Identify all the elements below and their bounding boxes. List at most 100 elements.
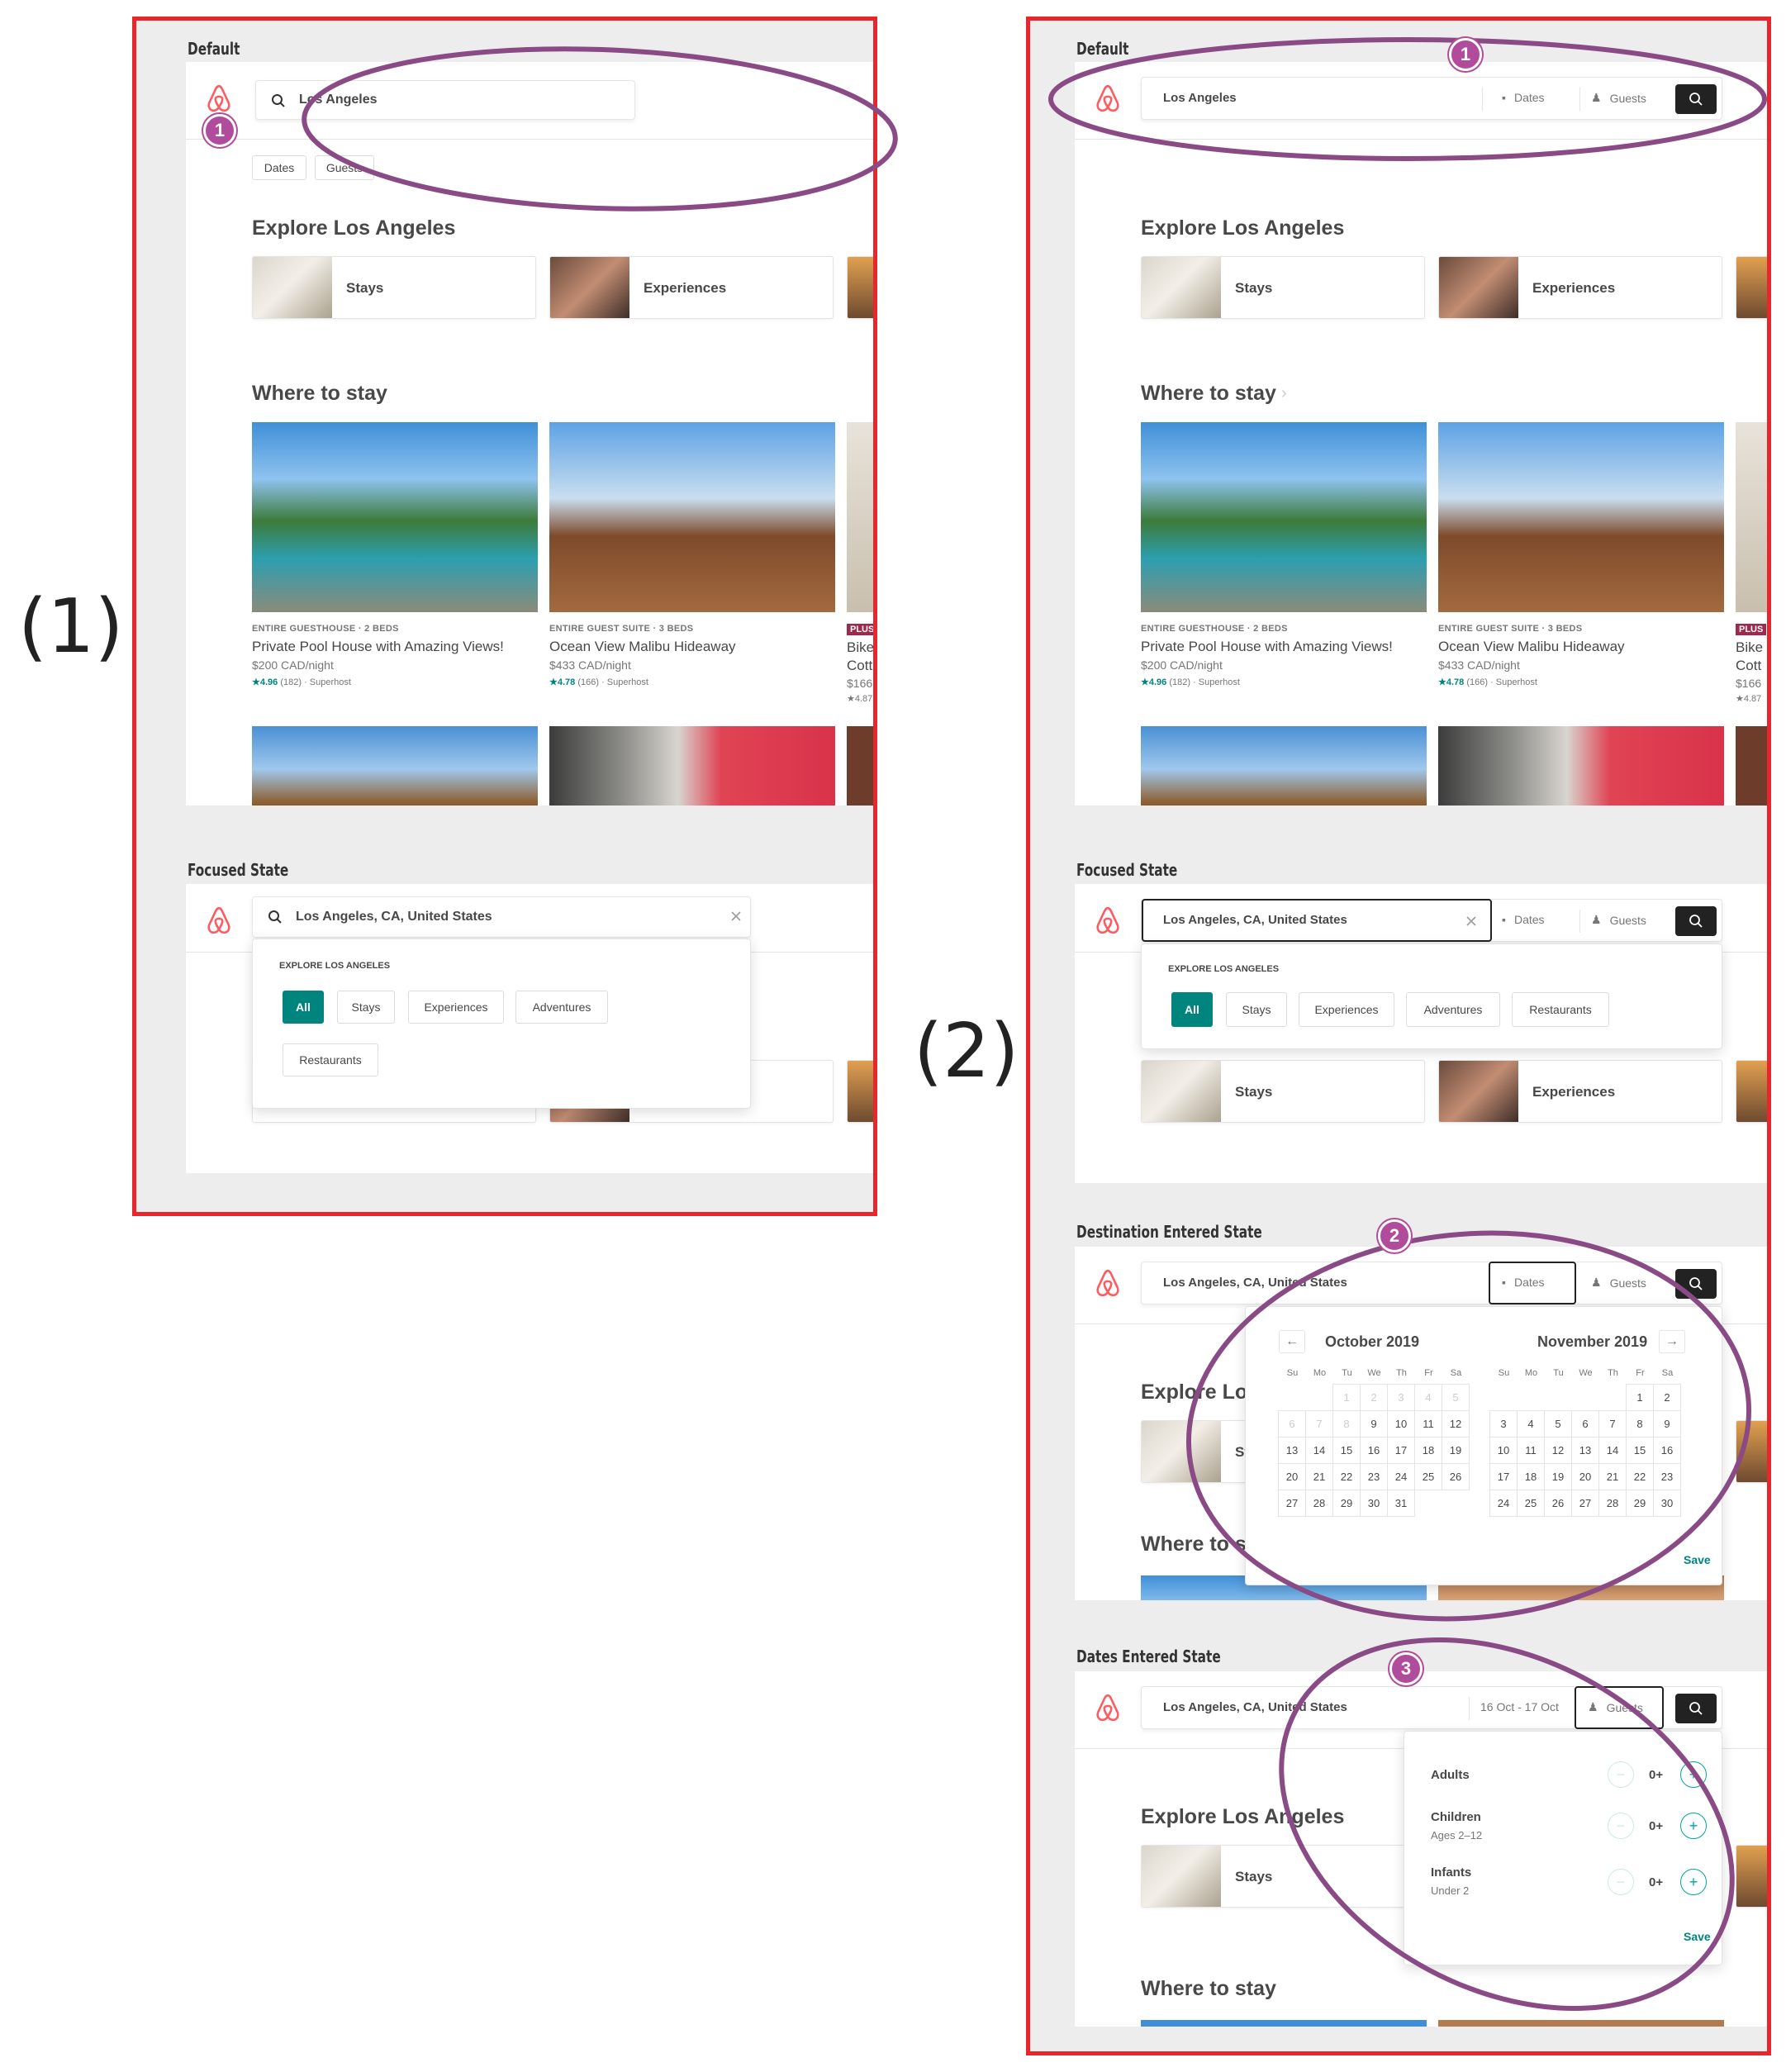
listing-photo[interactable] [252,726,538,806]
calendar-day[interactable]: 12 [1442,1410,1470,1438]
dates-segment[interactable]: 16 Oct - 17 Oct [1480,1700,1559,1713]
category-card-experiences[interactable]: Experiences [1438,1060,1722,1123]
where-to-stay-title[interactable]: Where to stay [1141,382,1276,406]
search-button[interactable] [1675,906,1717,936]
dates-segment[interactable]: ▪ Dates [1502,1276,1545,1289]
listing-photo[interactable] [1141,726,1427,806]
calendar-day[interactable]: 20 [1278,1463,1306,1490]
calendar-day[interactable]: 30 [1360,1490,1388,1517]
dates-segment[interactable]: ▪ Dates [1502,91,1545,104]
listing-photo[interactable] [549,422,835,612]
calendar-day[interactable]: 27 [1571,1490,1599,1517]
category-card-stays[interactable]: Stays [1141,256,1425,319]
chip-stays[interactable]: Stays [337,991,395,1024]
calendar-day[interactable]: 19 [1544,1463,1572,1490]
category-card-experiences[interactable]: Experiences [549,256,834,319]
calendar-day[interactable]: 28 [1598,1490,1627,1517]
calendar-day[interactable]: 24 [1489,1490,1518,1517]
category-card-stays[interactable]: Stays [1141,1845,1425,1908]
calendar-day[interactable]: 16 [1653,1437,1681,1464]
dates-filter[interactable]: Dates [252,155,306,180]
listing-photo[interactable] [1736,726,1767,806]
search-bar[interactable]: Los Angeles, CA, United States ▪ Dates ♟ G… [1141,899,1722,942]
listing-title[interactable]: Private Pool House with Amazing Views! [1141,639,1393,655]
calendar-day[interactable]: 11 [1414,1410,1442,1438]
calendar-day[interactable]: 13 [1571,1437,1599,1464]
calendar-day[interactable]: 22 [1332,1463,1361,1490]
airbnb-logo-icon[interactable] [1094,1268,1122,1298]
category-card-more[interactable] [847,1060,873,1123]
chip-experiences[interactable]: Experiences [1299,992,1394,1027]
chip-adventures[interactable]: Adventures [515,991,608,1024]
listing-photo[interactable] [1438,422,1724,612]
calendar-day[interactable]: 14 [1598,1437,1627,1464]
chip-restaurants[interactable]: Restaurants [283,1043,378,1076]
calendar-day[interactable]: 3 [1489,1410,1518,1438]
calendar-day[interactable]: 5 [1544,1410,1572,1438]
calendar-day[interactable]: 13 [1278,1437,1306,1464]
search-bar[interactable]: Los Angeles ▪ Dates ♟ Guests [1141,77,1722,120]
listing-title[interactable]: Ocean View Malibu Hideaway [549,639,736,655]
calendar-day[interactable]: 10 [1489,1437,1518,1464]
guests-save-button[interactable]: Save [1684,1930,1711,1943]
calendar-day[interactable]: 2 [1653,1384,1681,1411]
calendar-day[interactable]: 6 [1571,1410,1599,1438]
category-card-more[interactable] [847,256,873,319]
listing-photo[interactable] [252,422,538,612]
search-bar[interactable]: Los Angeles, CA, United States ▪ Dates ♟ G… [1141,1262,1722,1305]
search-button[interactable] [1675,84,1717,114]
category-card-more[interactable] [1736,1420,1767,1483]
calendar-day[interactable]: 15 [1626,1437,1654,1464]
listing-photo[interactable] [847,422,873,612]
calendar-save-button[interactable]: Save [1684,1553,1711,1566]
calendar-day[interactable]: 12 [1544,1437,1572,1464]
calendar-day[interactable]: 23 [1360,1463,1388,1490]
calendar-day[interactable]: 14 [1305,1437,1333,1464]
calendar-day[interactable]: 20 [1571,1463,1599,1490]
category-card-more[interactable] [1736,1845,1767,1908]
calendar-day[interactable]: 18 [1517,1463,1545,1490]
calendar-day[interactable]: 30 [1653,1490,1681,1517]
listing-photo[interactable] [549,726,835,806]
category-card-more[interactable] [1736,1060,1767,1123]
calendar-day[interactable]: 17 [1387,1437,1415,1464]
search-input[interactable]: Los Angeles, CA, United States [252,896,751,938]
calendar-day[interactable]: 16 [1360,1437,1388,1464]
calendar-day[interactable]: 25 [1414,1463,1442,1490]
adults-increment-icon[interactable]: + [1680,1761,1707,1788]
chip-all[interactable]: All [283,991,324,1024]
guests-segment[interactable]: ♟ Guests [1591,913,1646,927]
prev-month-arrow-icon[interactable]: ← [1279,1330,1305,1353]
calendar-day[interactable]: 11 [1517,1437,1545,1464]
calendar-day[interactable]: 15 [1332,1437,1361,1464]
calendar-day[interactable]: 28 [1305,1490,1333,1517]
category-card-experiences[interactable]: Experiences [1438,256,1722,319]
chip-experiences[interactable]: Experiences [408,991,504,1024]
calendar-day[interactable]: 26 [1544,1490,1572,1517]
calendar-day[interactable]: 22 [1626,1463,1654,1490]
calendar-day[interactable]: 8 [1626,1410,1654,1438]
calendar-day[interactable]: 29 [1332,1490,1361,1517]
category-card-stays[interactable]: Stays [1141,1060,1425,1123]
children-increment-icon[interactable]: + [1680,1813,1707,1839]
calendar-day[interactable]: 21 [1598,1463,1627,1490]
guests-filter[interactable]: Guests [315,155,374,180]
category-card-stays[interactable]: Stays [252,256,536,319]
calendar-day[interactable]: 9 [1653,1410,1681,1438]
calendar-day[interactable]: 23 [1653,1463,1681,1490]
calendar-day[interactable]: 29 [1626,1490,1654,1517]
guests-segment[interactable]: ♟ Guests [1588,1700,1643,1714]
children-decrement-icon[interactable]: − [1608,1813,1634,1839]
airbnb-logo-icon[interactable] [205,905,233,935]
listing-title[interactable]: Ocean View Malibu Hideaway [1438,639,1625,655]
calendar-day[interactable]: 9 [1360,1410,1388,1438]
search-button[interactable] [1675,1694,1717,1723]
dates-segment[interactable]: ▪ Dates [1502,913,1545,926]
listing-photo[interactable] [1736,422,1767,612]
calendar-day[interactable]: 19 [1442,1437,1470,1464]
guests-segment[interactable]: ♟ Guests [1591,1276,1646,1290]
clear-icon[interactable] [1465,915,1477,927]
calendar-day[interactable]: 7 [1598,1410,1627,1438]
calendar-day[interactable]: 18 [1414,1437,1442,1464]
calendar-day[interactable]: 27 [1278,1490,1306,1517]
